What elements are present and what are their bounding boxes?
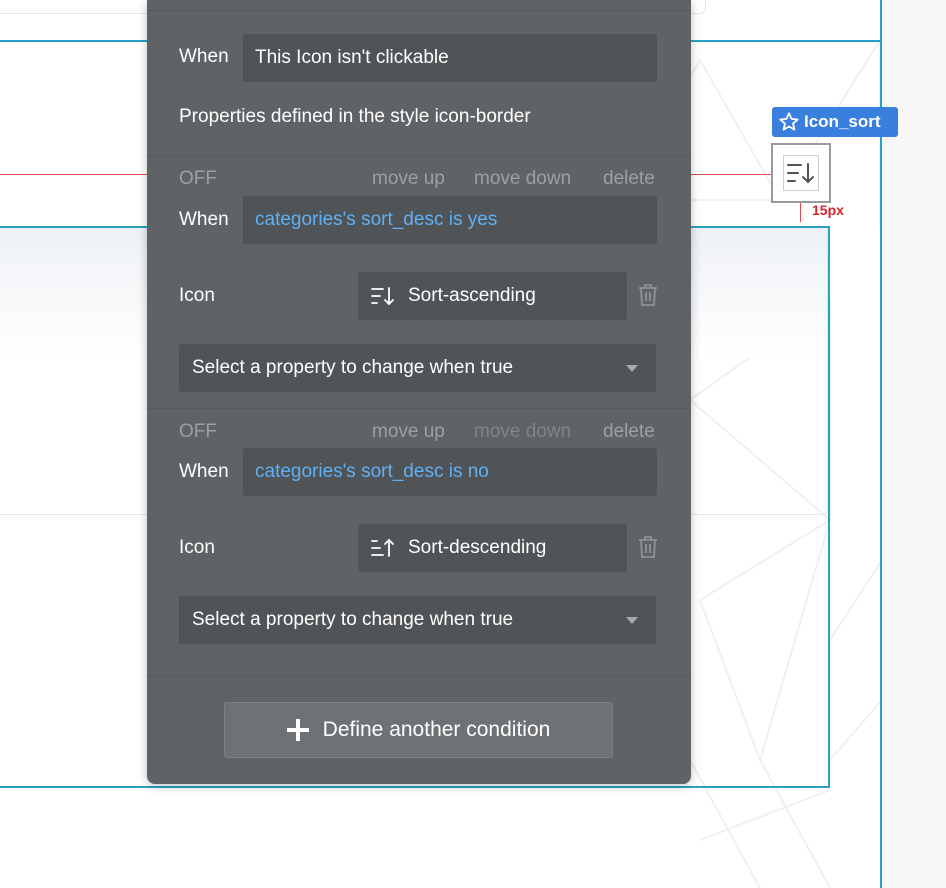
condition-1-move-up[interactable]: move up [372, 168, 445, 190]
sort-descending-icon [371, 538, 394, 557]
conditions-panel: When This Icon isn't clickable Propertie… [147, 0, 691, 784]
star-icon [779, 112, 799, 131]
divider [147, 408, 691, 409]
trash-icon[interactable] [638, 283, 658, 307]
margin-indicator [800, 203, 801, 222]
condition-2-when-label: When [179, 461, 229, 482]
condition-2-move-down: move down [474, 421, 572, 442]
divider [147, 155, 691, 156]
style-note: Properties defined in the style icon-bor… [179, 106, 531, 127]
base-condition-field: This Icon isn't clickable [243, 34, 657, 82]
guide-line [0, 786, 830, 788]
condition-1-property-label: Icon [179, 285, 215, 306]
condition-1-state[interactable]: OFF [179, 168, 217, 190]
selected-icon-element[interactable] [771, 143, 831, 203]
alignment-line [0, 174, 148, 175]
condition-2-delete[interactable]: delete [603, 421, 655, 443]
icon-element-inner [783, 155, 819, 191]
element-name-tag[interactable]: Icon_sort [772, 107, 898, 137]
condition-1-icon-picker[interactable]: Sort-ascending [358, 272, 627, 320]
divider [147, 10, 691, 11]
condition-2-state[interactable]: OFF [179, 421, 217, 443]
margin-label: 15px [812, 202, 844, 218]
define-another-condition-button[interactable]: Define another condition [224, 702, 613, 758]
condition-1-property-select[interactable]: Select a property to change when true [179, 344, 656, 392]
condition-2-property-label: Icon [179, 537, 215, 558]
condition-2-expression-field[interactable]: categories's sort_desc is no [243, 448, 657, 496]
condition-1-expression-field[interactable]: categories's sort_desc is yes [243, 196, 657, 244]
trash-icon[interactable] [638, 535, 658, 559]
condition-2-property-select[interactable]: Select a property to change when true [179, 596, 656, 644]
condition-2-move-up[interactable]: move up [372, 421, 445, 443]
condition-2-icon-picker[interactable]: Sort-descending [358, 524, 627, 572]
sort-ascending-icon [787, 163, 814, 184]
plus-icon [286, 719, 309, 741]
sort-ascending-icon [371, 287, 394, 306]
chevron-down-icon [626, 364, 638, 372]
condition-1-delete[interactable]: delete [603, 168, 655, 190]
divider [147, 676, 691, 677]
chevron-down-icon [626, 616, 638, 624]
alignment-line [690, 174, 772, 175]
condition-1-move-down[interactable]: move down [474, 168, 571, 190]
condition-1-when-label: When [179, 209, 229, 230]
guide-line [828, 226, 830, 788]
when-label: When [179, 46, 229, 67]
element-name: Icon_sort [804, 112, 881, 131]
